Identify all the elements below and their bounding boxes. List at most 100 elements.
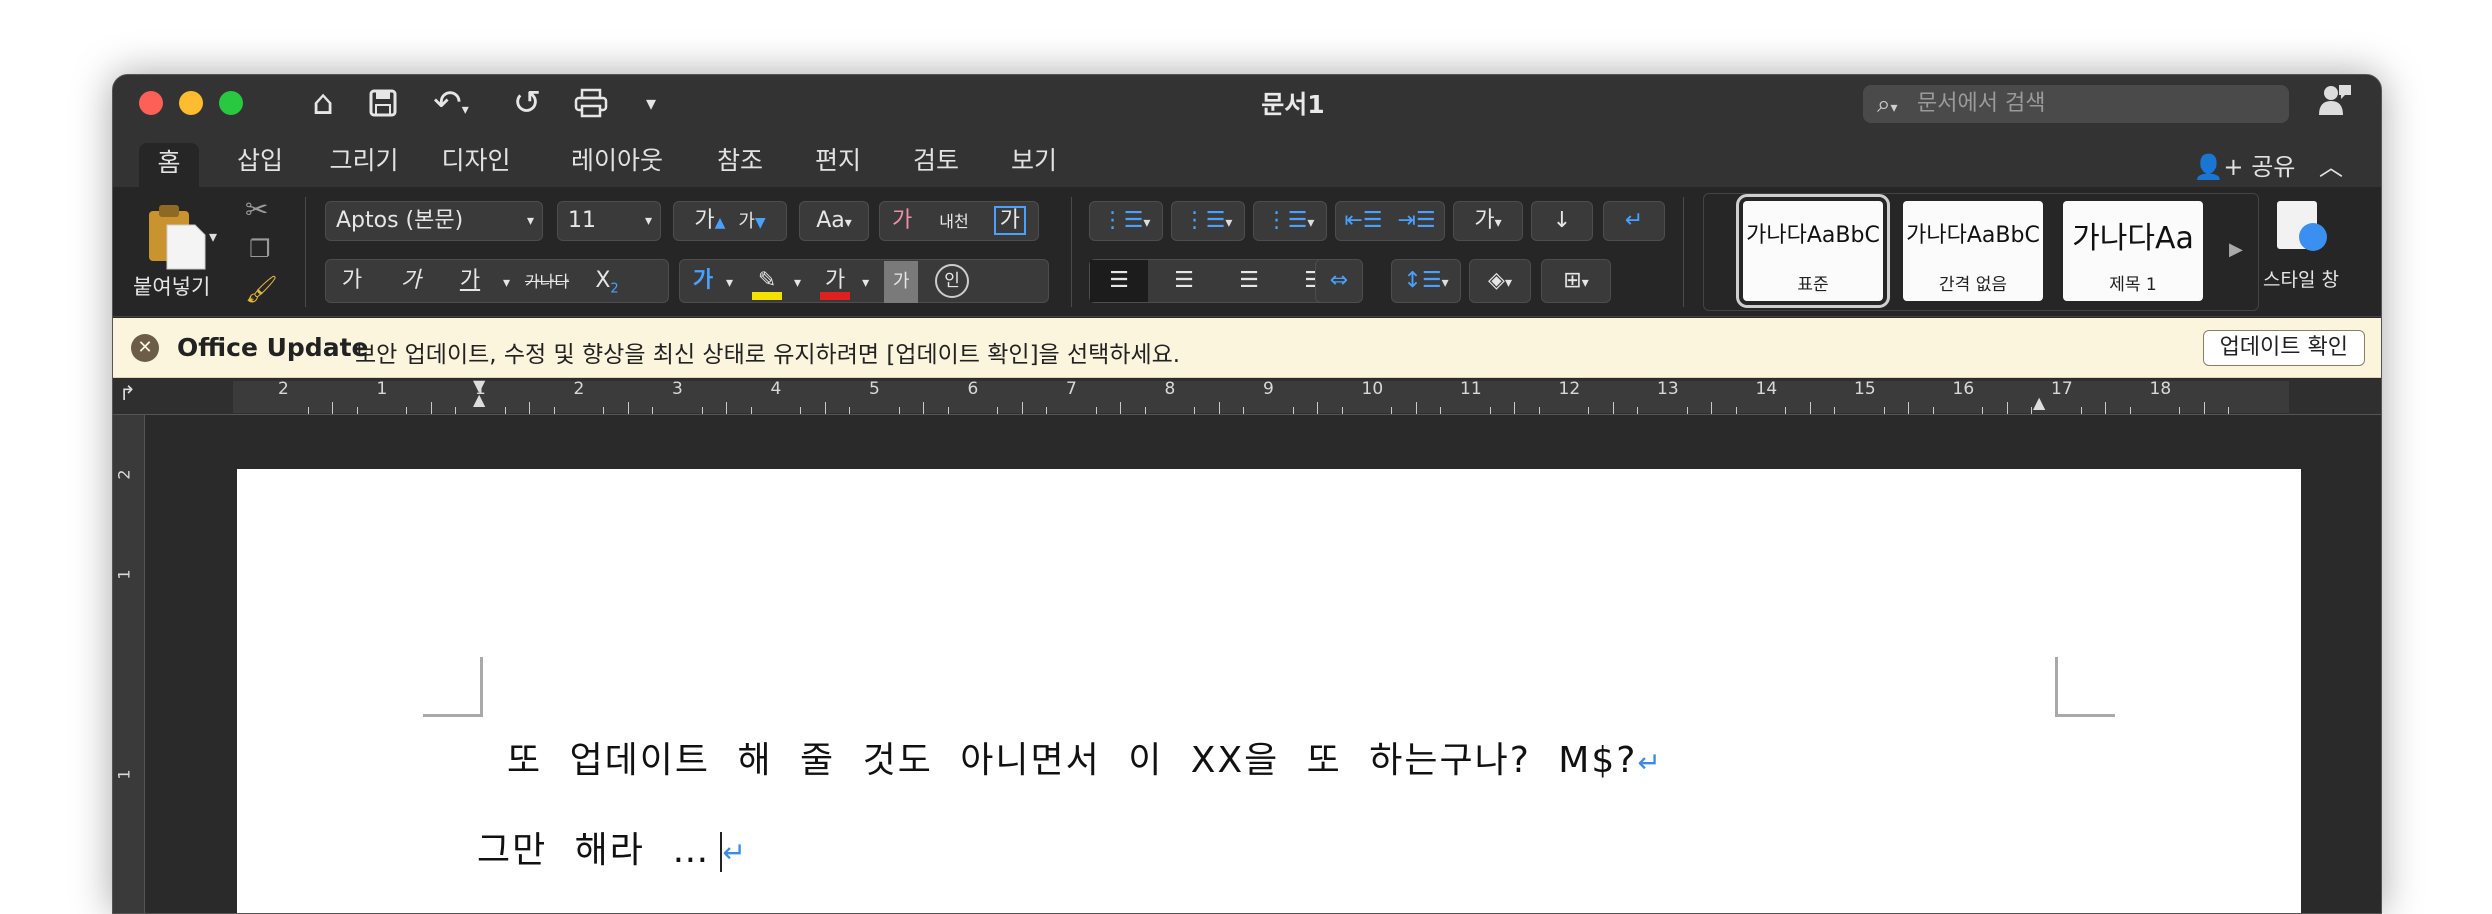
multilevel-list-button[interactable]: ⋮☰▾ bbox=[1253, 201, 1327, 241]
phonetic-guide-button[interactable]: 내천 bbox=[939, 212, 968, 231]
line-spacing-button[interactable]: ↕☰▾ bbox=[1391, 259, 1461, 303]
vertical-ruler[interactable]: 2 1 1 bbox=[113, 415, 145, 913]
decrease-indent-button[interactable]: ⇤☰ bbox=[1344, 208, 1382, 233]
ribbon-separator bbox=[305, 197, 306, 307]
subscript-button[interactable]: X2 bbox=[584, 260, 630, 310]
ruler-number: 12 bbox=[1558, 379, 1581, 399]
underline-dropdown[interactable]: ▾ bbox=[503, 275, 510, 291]
ruler-tick bbox=[1908, 402, 1910, 414]
close-notification-icon[interactable]: ✕ bbox=[131, 334, 159, 362]
home-icon[interactable]: ⌂ bbox=[301, 83, 345, 123]
document-paragraph[interactable]: 또 업데이트 해 줄 것도 아니면서 이 XX을 또 하는구나? M$?↵ bbox=[507, 731, 1663, 783]
close-window-button[interactable] bbox=[139, 91, 163, 115]
right-indent-marker[interactable]: ▲ bbox=[2033, 393, 2045, 412]
ruler-tick bbox=[1243, 407, 1245, 414]
paste-dropdown[interactable]: ▾ bbox=[209, 227, 217, 246]
ruler-number: 18 bbox=[2149, 379, 2172, 399]
grow-font-button[interactable]: 가▲ bbox=[694, 208, 725, 233]
styles-pane-icon[interactable] bbox=[2273, 199, 2329, 259]
customize-toolbar-icon[interactable]: ▾ bbox=[633, 83, 669, 123]
font-size-value: 11 bbox=[568, 208, 596, 233]
chevron-up-icon[interactable]: ︿ bbox=[2319, 153, 2343, 181]
vruler-number: 2 bbox=[114, 469, 134, 480]
tab-review[interactable]: 검토 bbox=[901, 141, 971, 181]
paste-label: 붙여넣기 bbox=[133, 275, 211, 299]
styles-next-icon[interactable]: ▶ bbox=[2229, 239, 2243, 260]
style-heading-1[interactable]: 가나다Aa 제목 1 bbox=[2063, 201, 2203, 301]
share-button[interactable]: 👤+ 공유 ︿ bbox=[2194, 147, 2343, 182]
change-case-button[interactable]: Aa▾ bbox=[799, 201, 869, 241]
ruler-tick bbox=[2179, 407, 2181, 414]
ruler-tick bbox=[1341, 407, 1343, 414]
clear-format-button[interactable]: 가 bbox=[892, 208, 912, 233]
borders-button[interactable]: ⊞▾ bbox=[1541, 259, 1611, 303]
bullets-button[interactable]: ⋮☰▾ bbox=[1089, 201, 1163, 241]
font-size-select[interactable]: 11 ▾ bbox=[557, 201, 661, 241]
search-icon: ⌕▾ bbox=[1877, 90, 1898, 118]
strikethrough-button[interactable]: 가나다 bbox=[517, 261, 577, 303]
shrink-font-button[interactable]: 가▼ bbox=[738, 211, 765, 232]
bold-button[interactable]: 가 bbox=[326, 260, 378, 302]
tab-insert[interactable]: 삽입 bbox=[225, 141, 295, 181]
account-icon[interactable] bbox=[2315, 83, 2355, 123]
tab-view[interactable]: 보기 bbox=[999, 141, 1069, 181]
ruler-tick bbox=[947, 407, 949, 414]
tab-home[interactable]: 홈 bbox=[139, 143, 199, 187]
numbering-button[interactable]: ⋮☰▾ bbox=[1171, 201, 1245, 241]
document-page[interactable]: 또 업데이트 해 줄 것도 아니면서 이 XX을 또 하는구나? M$?↵ 그만… bbox=[237, 469, 2301, 913]
ruler-tick bbox=[923, 402, 925, 414]
format-painter-icon[interactable]: 🖌 bbox=[245, 275, 278, 305]
ruler-number: 7 bbox=[1066, 379, 1077, 399]
align-left-button[interactable]: ☰ bbox=[1090, 260, 1148, 302]
distributed-button[interactable]: ⇔ bbox=[1315, 259, 1363, 303]
horizontal-ruler[interactable]: ↱ 2 1 1 2 3 4 5 6 7 8 9 10 11 12 13 14 15 16 17 18 ▼ ▲ ▲ bbox=[113, 378, 2381, 415]
ruler-number: 13 bbox=[1657, 379, 1679, 399]
redo-icon[interactable]: ↺ bbox=[505, 83, 549, 123]
align-right-button[interactable]: ☰ bbox=[1220, 260, 1278, 302]
enclose-characters-button[interactable]: 인 bbox=[935, 264, 970, 298]
font-name-select[interactable]: Aptos (본문) ▾ bbox=[325, 201, 543, 241]
paragraph-text: 그만 해라 … bbox=[477, 830, 711, 871]
word-window: ⌂ ↶▾ ↺ ▾ 문서1 ⌕▾ 문서에서 검색 홈 삽입 그리기 디자인 레이아… bbox=[112, 74, 2382, 914]
tab-design[interactable]: 디자인 bbox=[433, 141, 519, 181]
check-updates-button[interactable]: 업데이트 확인 bbox=[2202, 330, 2365, 366]
save-icon[interactable] bbox=[361, 83, 405, 123]
increase-indent-button[interactable]: ⇥☰ bbox=[1398, 208, 1436, 233]
undo-icon[interactable]: ↶▾ bbox=[423, 83, 479, 123]
highlight-color-button[interactable]: ✎ bbox=[740, 260, 794, 302]
ruler-tick bbox=[1489, 407, 1491, 414]
print-icon[interactable] bbox=[569, 83, 613, 123]
ruler-tick bbox=[1514, 402, 1516, 414]
styles-pane-label[interactable]: 스타일 창 bbox=[2263, 269, 2339, 291]
style-normal[interactable]: 가나다AaBbC 표준 bbox=[1736, 194, 1890, 308]
tab-references[interactable]: 참조 bbox=[705, 141, 775, 181]
zoom-window-button[interactable] bbox=[219, 91, 243, 115]
font-color-button[interactable]: 가 bbox=[808, 260, 862, 302]
char-shading-button[interactable]: 가 bbox=[884, 261, 919, 303]
shading-button[interactable]: ◈▾ bbox=[1469, 259, 1531, 303]
first-line-indent-marker[interactable]: ▼ ▲ bbox=[473, 378, 485, 408]
minimize-window-button[interactable] bbox=[179, 91, 203, 115]
align-center-button[interactable]: ☰ bbox=[1155, 260, 1213, 302]
ruler-tick bbox=[2203, 402, 2205, 414]
show-formatting-button[interactable]: ↵ bbox=[1603, 201, 1665, 241]
search-input[interactable]: ⌕▾ 문서에서 검색 bbox=[1863, 85, 2289, 123]
document-paragraph[interactable]: 그만 해라 … ↵ bbox=[477, 821, 748, 873]
tab-draw[interactable]: 그리기 bbox=[321, 141, 407, 181]
asian-layout-button[interactable]: 가▾ bbox=[1453, 201, 1523, 241]
underline-button[interactable]: 가 bbox=[444, 260, 496, 302]
share-icon: 👤+ bbox=[2193, 153, 2244, 181]
tab-layout[interactable]: 레이아웃 bbox=[557, 141, 677, 181]
tab-mailings[interactable]: 편지 bbox=[803, 141, 873, 181]
style-no-spacing[interactable]: 가나다AaBbC 간격 없음 bbox=[1903, 201, 2043, 301]
paste-icon[interactable] bbox=[141, 201, 211, 271]
text-effects-button[interactable]: 가 bbox=[680, 260, 726, 302]
ruler-tick bbox=[1711, 402, 1713, 414]
sort-button[interactable]: ↓ bbox=[1531, 201, 1593, 241]
cut-icon[interactable]: ✂ bbox=[245, 193, 268, 226]
copy-icon[interactable]: ❐ bbox=[249, 235, 271, 263]
char-border-button[interactable]: 가 bbox=[993, 206, 1026, 235]
italic-button[interactable]: 가 bbox=[385, 260, 437, 302]
ruler-tick bbox=[1144, 407, 1146, 414]
tab-selector-icon[interactable]: ↱ bbox=[119, 381, 136, 405]
